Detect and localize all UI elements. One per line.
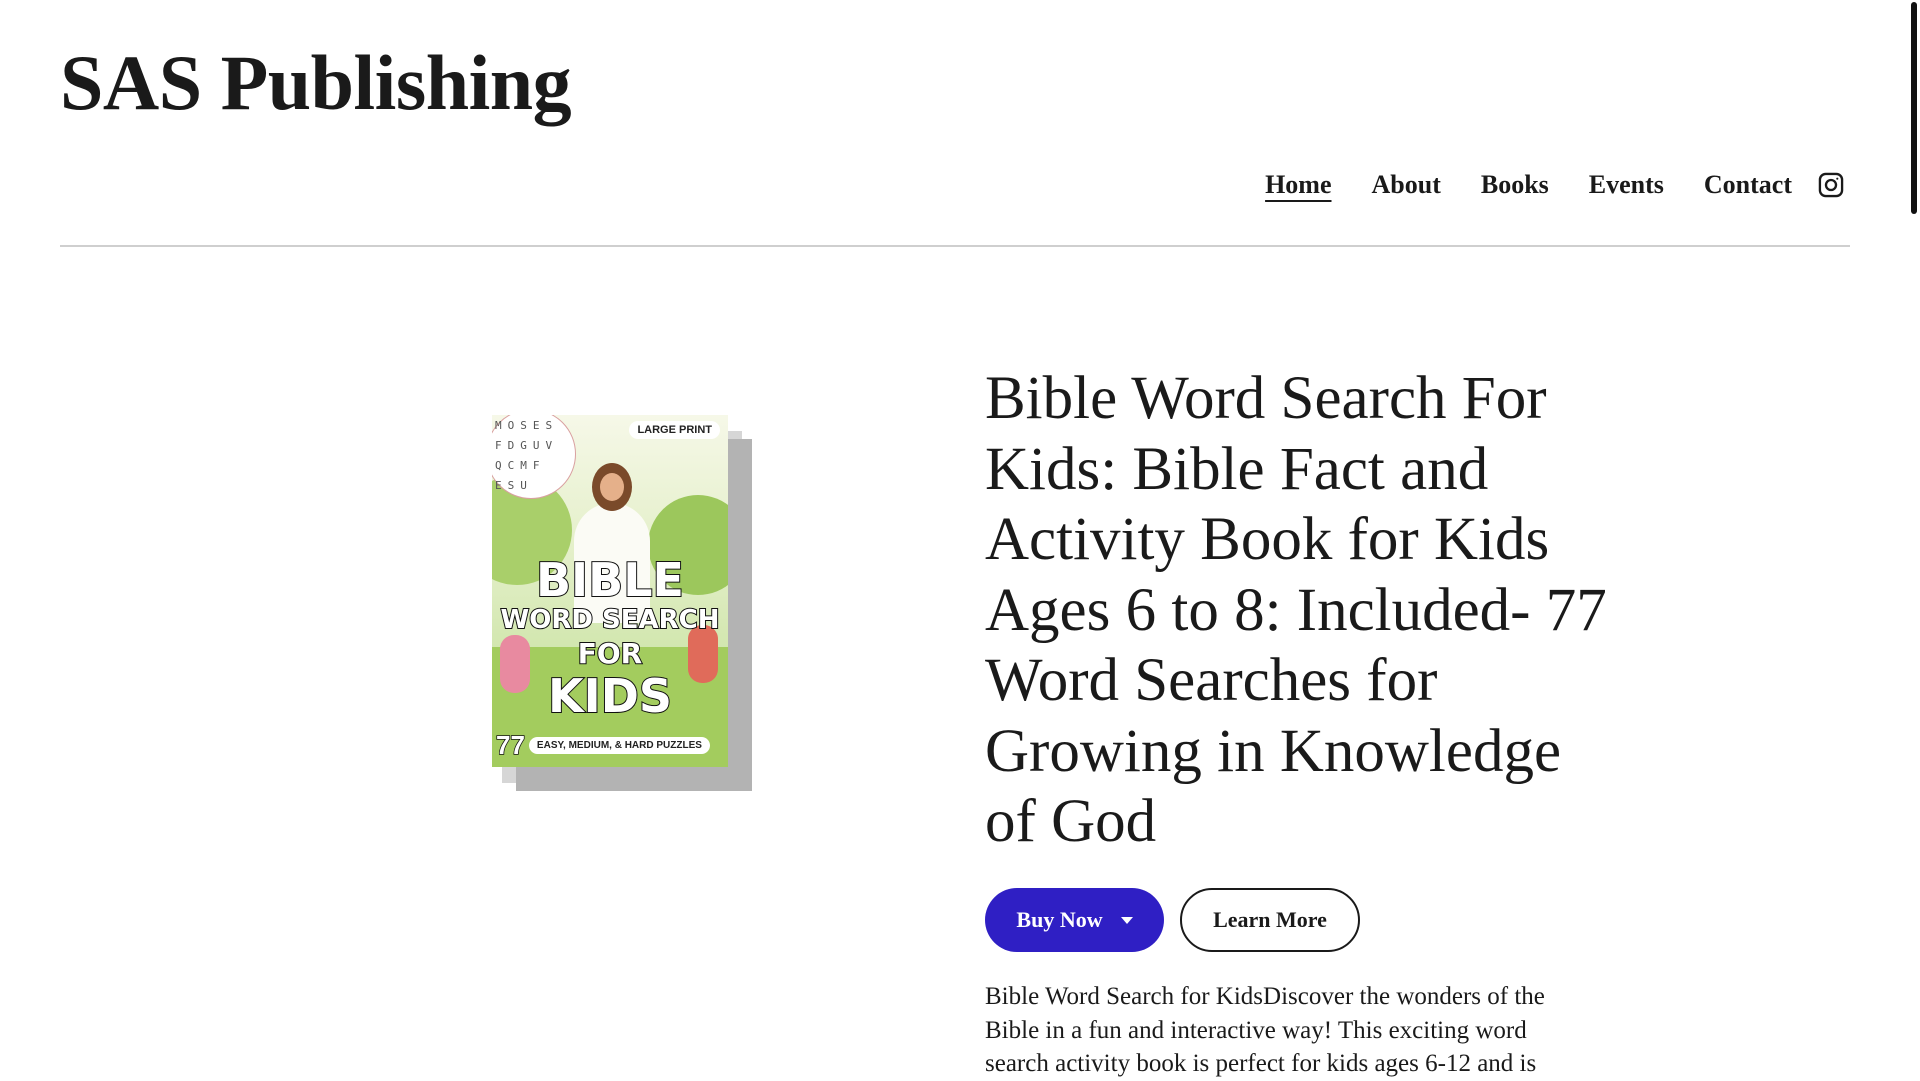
buy-now-button[interactable]: Buy Now <box>985 888 1164 952</box>
cover-word-grid: MOSES FDGUV QCMF ESU <box>492 415 576 499</box>
site-title[interactable]: SAS Publishing <box>60 38 572 128</box>
book-title: Bible Word Search For Kids: Bible Fact a… <box>985 365 1607 855</box>
cover-title-line: FOR <box>577 636 644 671</box>
book-cover[interactable]: MOSES FDGUV QCMF ESU LARGE PRINT BIBLE W… <box>492 415 752 791</box>
cover-title-line: BIBLE <box>535 552 685 608</box>
nav-home[interactable]: Home <box>1265 170 1331 200</box>
cover-figure-face <box>600 473 624 501</box>
chevron-down-icon <box>1120 916 1133 924</box>
cover-title-line: KIDS <box>547 668 673 724</box>
scrollbar[interactable] <box>1906 0 1920 1080</box>
cover-grid-row: FDGUV <box>495 439 559 452</box>
instagram-icon[interactable] <box>1817 171 1845 199</box>
nav-events[interactable]: Events <box>1589 170 1664 200</box>
nav-contact[interactable]: Contact <box>1704 170 1792 200</box>
cover-image: MOSES FDGUV QCMF ESU LARGE PRINT BIBLE W… <box>492 415 728 767</box>
cover-badge: LARGE PRINT <box>629 421 720 439</box>
learn-more-button[interactable]: Learn More <box>1180 888 1360 952</box>
cover-grid-row: QCMF <box>495 459 546 472</box>
cover-tagline: EASY, MEDIUM, & HARD PUZZLES <box>528 737 710 754</box>
cover-grid-row: MOSES <box>495 419 559 432</box>
cover-grid-row: ESU <box>495 479 533 492</box>
main-nav: Home About Books Events Contact <box>1265 170 1792 200</box>
buy-now-label: Buy Now <box>1016 907 1103 932</box>
nav-about[interactable]: About <box>1372 170 1441 200</box>
cover-title-line: WORD SEARCH <box>500 604 721 636</box>
cover-footer: 77 EASY, MEDIUM, & HARD PUZZLES <box>495 729 710 761</box>
cover-count: 77 <box>495 729 525 761</box>
scrollbar-thumb[interactable] <box>1911 2 1917 214</box>
nav-books[interactable]: Books <box>1481 170 1549 200</box>
header-divider <box>60 245 1850 247</box>
book-description: Bible Word Search for KidsDiscover the w… <box>985 983 1545 1077</box>
